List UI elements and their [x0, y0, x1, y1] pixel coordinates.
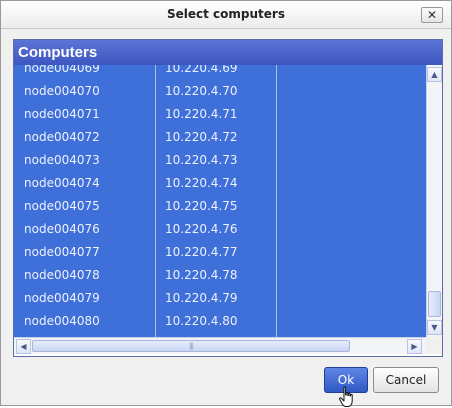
vertical-scroll-thumb[interactable] [428, 291, 441, 317]
arrow-right-icon: ▶ [411, 341, 418, 351]
ip-address-cell: 10.220.4.74 [165, 176, 238, 190]
close-icon: ✕ [426, 8, 438, 22]
cancel-button[interactable]: Cancel [373, 367, 439, 393]
arrow-up-icon: ▲ [431, 69, 438, 79]
table-row[interactable]: node004069 10.220.4.69 [14, 65, 426, 80]
ip-address-cell: 10.220.4.72 [165, 130, 238, 144]
computer-name-cell: node004080 [24, 314, 100, 328]
ip-address-cell: 10.220.4.75 [165, 199, 238, 213]
grip-icon: ||| [188, 342, 194, 350]
computer-name-cell: node004069 [24, 65, 100, 75]
computer-name-cell: node004077 [24, 245, 100, 259]
ip-address-cell: 10.220.4.77 [165, 245, 238, 259]
ip-address-cell: 10.220.4.80 [165, 314, 238, 328]
computer-name-cell: node004070 [24, 84, 100, 98]
table-row[interactable]: node004075 10.220.4.75 [14, 195, 426, 218]
scroll-up-button[interactable]: ▲ [427, 67, 442, 82]
table-row[interactable]: node004078 10.220.4.78 [14, 264, 426, 287]
computers-panel-header: Computers [14, 40, 442, 65]
dialog-titlebar: Select computers ✕ [1, 1, 451, 29]
table-row[interactable]: node004074 10.220.4.74 [14, 172, 426, 195]
table-row[interactable]: node004077 10.220.4.77 [14, 241, 426, 264]
close-button[interactable]: ✕ [421, 7, 443, 23]
grid-rows: node004069 10.220.4.69 node004070 10.220.4.… [14, 65, 426, 333]
arrow-left-icon: ◀ [20, 341, 27, 351]
computer-name-cell: node004075 [24, 199, 100, 213]
ip-address-cell: 10.220.4.78 [165, 268, 238, 282]
computer-name-cell: node004073 [24, 153, 100, 167]
ip-address-cell: 10.220.4.79 [165, 291, 238, 305]
computers-grid[interactable]: node004069 10.220.4.69 node004070 10.220.4.… [14, 65, 426, 337]
hand-pointer-icon [339, 386, 353, 407]
computer-name-cell: node004071 [24, 107, 100, 121]
computer-name-cell: node004076 [24, 222, 100, 236]
table-row[interactable]: node004076 10.220.4.76 [14, 218, 426, 241]
computer-name-cell: node004072 [24, 130, 100, 144]
computers-panel: Computers node004069 10.220.4.69 node00407… [13, 39, 443, 357]
scroll-right-button[interactable]: ▶ [407, 339, 422, 354]
vertical-scrollbar[interactable]: ▲ ▼ [426, 65, 442, 337]
horizontal-scroll-thumb[interactable]: ||| [32, 340, 350, 352]
arrow-down-icon: ▼ [431, 322, 438, 332]
select-computers-dialog: Select computers ✕ Computers node004069 1… [0, 0, 452, 407]
ip-address-cell: 10.220.4.71 [165, 107, 238, 121]
dialog-title: Select computers [167, 7, 285, 21]
computer-name-cell: node004074 [24, 176, 100, 190]
table-row[interactable]: node004080 10.220.4.80 [14, 310, 426, 333]
table-row[interactable]: node004070 10.220.4.70 [14, 80, 426, 103]
ip-address-cell: 10.220.4.69 [165, 65, 238, 75]
table-row[interactable]: node004079 10.220.4.79 [14, 287, 426, 310]
ip-address-cell: 10.220.4.76 [165, 222, 238, 236]
ip-address-cell: 10.220.4.70 [165, 84, 238, 98]
computer-name-cell: node004079 [24, 291, 100, 305]
table-row[interactable]: node004073 10.220.4.73 [14, 149, 426, 172]
ip-address-cell: 10.220.4.73 [165, 153, 238, 167]
horizontal-scrollbar[interactable]: ◀ ||| ▶ [14, 337, 426, 354]
scroll-left-button[interactable]: ◀ [16, 339, 31, 354]
table-row[interactable]: node004071 10.220.4.71 [14, 103, 426, 126]
scroll-down-button[interactable]: ▼ [427, 320, 442, 335]
table-row[interactable]: node004072 10.220.4.72 [14, 126, 426, 149]
computer-name-cell: node004078 [24, 268, 100, 282]
scrollbar-corner [426, 337, 442, 354]
